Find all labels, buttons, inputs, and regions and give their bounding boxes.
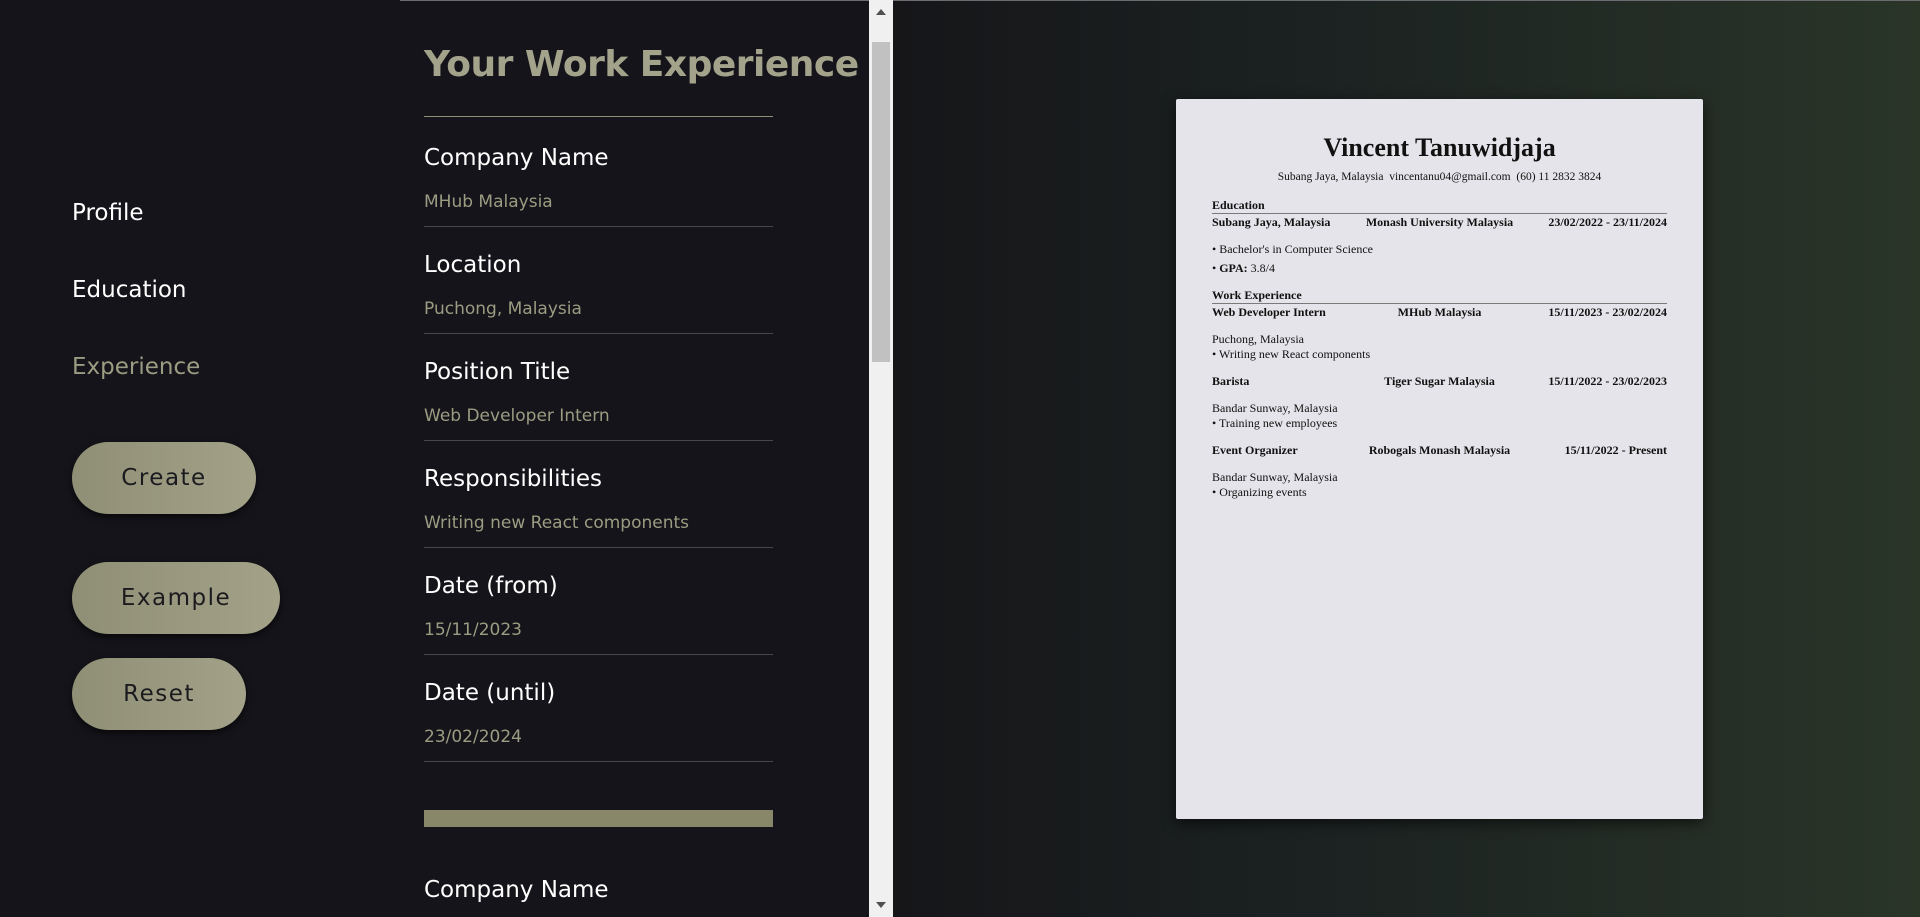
sidebar-nav: Profile Education Experience Create Exam…	[0, 0, 400, 917]
education-degree: • Bachelor's in Computer Science	[1212, 242, 1373, 256]
position-title-input[interactable]: Web Developer Intern	[424, 406, 610, 426]
job-duty: • Training new employees	[1212, 416, 1338, 430]
nav-item-experience[interactable]: Experience	[72, 354, 200, 380]
job-dates: 15/11/2022 - Present	[1564, 443, 1667, 457]
job-dates: 15/11/2022 - 23/02/2023	[1548, 374, 1667, 388]
scroll-up-arrow-icon[interactable]	[876, 9, 886, 15]
form-scrollbar[interactable]	[869, 0, 893, 917]
education-heading: Education	[1212, 198, 1667, 214]
responsibilities-input[interactable]: Writing new React components	[424, 513, 689, 533]
job-row: Event Organizer Robogals Monash Malaysia…	[1212, 443, 1667, 457]
field-underline	[424, 440, 773, 441]
job-location: Puchong, Malaysia	[1212, 332, 1304, 346]
scroll-down-arrow-icon[interactable]	[876, 902, 886, 908]
education-dates: 23/02/2022 - 23/11/2024	[1548, 215, 1667, 229]
date-until-label: Date (until)	[424, 680, 556, 706]
resume-name: Vincent Tanuwidjaja	[1323, 133, 1556, 162]
education-gpa: • GPA: 3.8/4	[1212, 261, 1275, 276]
location-label: Location	[424, 252, 522, 278]
field-underline	[424, 333, 773, 334]
date-from-label: Date (from)	[424, 573, 558, 599]
nav-item-education[interactable]: Education	[72, 277, 187, 303]
job-dates: 15/11/2023 - 23/02/2024	[1548, 305, 1667, 319]
nav-item-profile[interactable]: Profile	[72, 200, 144, 226]
field-underline	[424, 547, 773, 548]
next-company-name-label: Company Name	[424, 877, 609, 903]
gpa-value: 3.8/4	[1247, 261, 1275, 275]
create-button[interactable]: Create	[72, 442, 256, 514]
location-input[interactable]: Puchong, Malaysia	[424, 299, 582, 319]
entry-divider-bar	[424, 810, 773, 827]
field-underline	[424, 226, 773, 227]
job-duty: • Organizing events	[1212, 485, 1307, 499]
scroll-thumb[interactable]	[872, 42, 890, 362]
responsibilities-label: Responsibilities	[424, 466, 603, 492]
field-underline	[424, 654, 773, 655]
gpa-label: GPA:	[1219, 261, 1248, 275]
job-row: Web Developer Intern MHub Malaysia 15/11…	[1212, 305, 1667, 319]
job-location: Bandar Sunway, Malaysia	[1212, 401, 1338, 415]
title-divider	[424, 116, 773, 117]
resume-contact: Subang Jaya, Malaysia vincentanu04@gmail…	[1277, 171, 1602, 183]
work-heading: Work Experience	[1212, 288, 1667, 304]
education-row: Subang Jaya, Malaysia Monash University …	[1212, 215, 1667, 229]
resume-paper: Vincent Tanuwidjaja Subang Jaya, Malaysi…	[1176, 99, 1703, 819]
reset-button[interactable]: Reset	[72, 658, 246, 730]
field-underline	[424, 761, 773, 762]
company-name-label: Company Name	[424, 145, 609, 171]
date-until-input[interactable]: 23/02/2024	[424, 727, 522, 747]
job-row: Barista Tiger Sugar Malaysia 15/11/2022 …	[1212, 374, 1667, 388]
form-title: Your Work Experience	[424, 44, 859, 85]
example-button[interactable]: Example	[72, 562, 280, 634]
date-from-input[interactable]: 15/11/2023	[424, 620, 522, 640]
job-location: Bandar Sunway, Malaysia	[1212, 470, 1338, 484]
job-duty: • Writing new React components	[1212, 347, 1371, 361]
company-name-input[interactable]: MHub Malaysia	[424, 192, 553, 212]
position-title-label: Position Title	[424, 359, 571, 385]
